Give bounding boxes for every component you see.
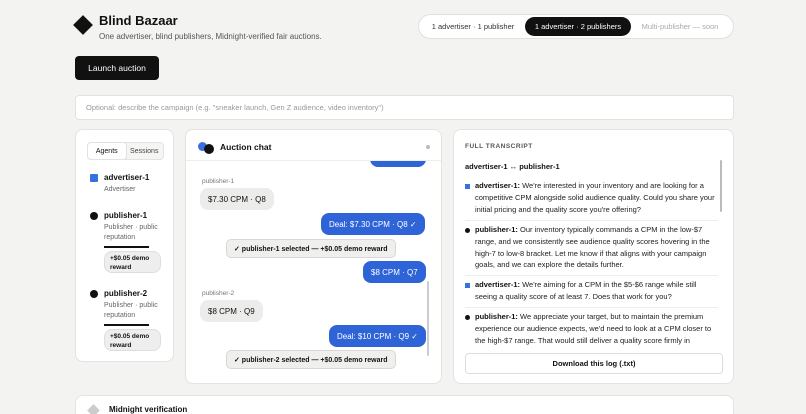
- tab-sessions[interactable]: Sessions: [126, 143, 164, 159]
- chat-logo-icon: [198, 142, 216, 154]
- reward-badge: +$0.05 demo reward: [104, 251, 161, 273]
- message-bubble: $7.30 CPM · Q8: [200, 188, 274, 210]
- message-sender: publisher-1: [202, 178, 235, 185]
- black-circle-icon: [90, 212, 98, 220]
- agents-panel: Agents Sessions advertiser-1 Advertiser …: [75, 129, 174, 362]
- app-title: Blind Bazaar: [99, 13, 178, 28]
- agent-name: publisher-1: [104, 211, 148, 220]
- message-bubble: Deal: $10 CPM · Q9 ✓: [329, 325, 426, 347]
- speaker-name: advertiser-1:: [475, 280, 521, 289]
- panel-tabs: Agents Sessions: [87, 142, 164, 160]
- agent-name: advertiser-1: [104, 173, 150, 182]
- tab-agents[interactable]: Agents: [88, 143, 126, 159]
- message-sender: publisher-2: [202, 290, 235, 297]
- reputation-bar: [104, 324, 149, 326]
- agent-name: publisher-2: [104, 289, 148, 298]
- agent-role: Advertiser: [104, 186, 136, 193]
- transcript-panel: FULL TRANSCRIPT advertiser-1 ↔ publisher…: [453, 129, 734, 384]
- launch-auction-button[interactable]: Launch auction: [75, 56, 159, 80]
- speaker-name: publisher-1:: [475, 312, 518, 321]
- mode-1v1-button[interactable]: 1 advertiser · 1 publisher: [421, 17, 525, 36]
- transcript-separator: [465, 220, 718, 221]
- app-subtitle: One advertiser, blind publishers, Midnig…: [99, 32, 322, 41]
- transcript-pair: advertiser-1 ↔ publisher-1: [465, 162, 560, 171]
- black-circle-icon: [465, 228, 470, 233]
- agent-role: Publisher · public reputation: [104, 224, 158, 241]
- download-log-button[interactable]: Download this log (.txt): [465, 353, 723, 374]
- transcript-scrollbar[interactable]: [720, 160, 722, 212]
- campaign-input[interactable]: [75, 95, 734, 120]
- message-bubble: Deal: $7.30 CPM · Q8 ✓: [321, 213, 425, 235]
- mode-toggle: 1 advertiser · 1 publisher 1 advertiser …: [418, 14, 734, 39]
- black-circle-icon: [465, 315, 470, 320]
- blue-square-icon: [90, 174, 98, 182]
- reputation-bar: [104, 246, 149, 248]
- status-dot-icon: [426, 145, 430, 149]
- selection-pill: ✓ publisher-1 selected — +$0.05 demo rew…: [226, 239, 396, 258]
- transcript-label: FULL TRANSCRIPT: [465, 143, 533, 150]
- selection-pill: ✓ publisher-2 selected — +$0.05 demo rew…: [226, 350, 396, 369]
- chat-scroll[interactable]: publisher-1 $7.30 CPM · Q8 Deal: $7.30 C…: [186, 161, 441, 383]
- verification-panel: Midnight verification: [75, 395, 734, 414]
- chat-panel: Auction chat publisher-1 $7.30 CPM · Q8 …: [185, 129, 442, 384]
- speaker-name: advertiser-1:: [475, 181, 521, 190]
- transcript-separator: [465, 307, 718, 308]
- mode-1v2-button[interactable]: 1 advertiser · 2 publishers: [525, 17, 631, 36]
- reward-badge: +$0.05 demo reward: [104, 329, 161, 351]
- blue-square-icon: [465, 283, 470, 288]
- blue-square-icon: [465, 184, 470, 189]
- transcript-scroll[interactable]: advertiser-1: We're interested in your i…: [454, 174, 735, 346]
- transcript-separator: [465, 275, 718, 276]
- message-bubble-partial: [370, 161, 426, 167]
- verification-title: Midnight verification: [109, 405, 188, 414]
- midnight-diamond-icon: [87, 404, 100, 414]
- black-circle-icon: [90, 290, 98, 298]
- message-bubble: $8 CPM · Q7: [363, 261, 426, 283]
- chat-scrollbar[interactable]: [427, 281, 429, 356]
- app-logo: [73, 15, 93, 35]
- agent-role: Publisher · public reputation: [104, 302, 158, 319]
- speaker-name: publisher-1:: [475, 225, 518, 234]
- message-bubble: $8 CPM · Q9: [200, 300, 263, 322]
- chat-title: Auction chat: [220, 142, 272, 152]
- mode-multi-button[interactable]: Multi-publisher — soon: [631, 17, 729, 36]
